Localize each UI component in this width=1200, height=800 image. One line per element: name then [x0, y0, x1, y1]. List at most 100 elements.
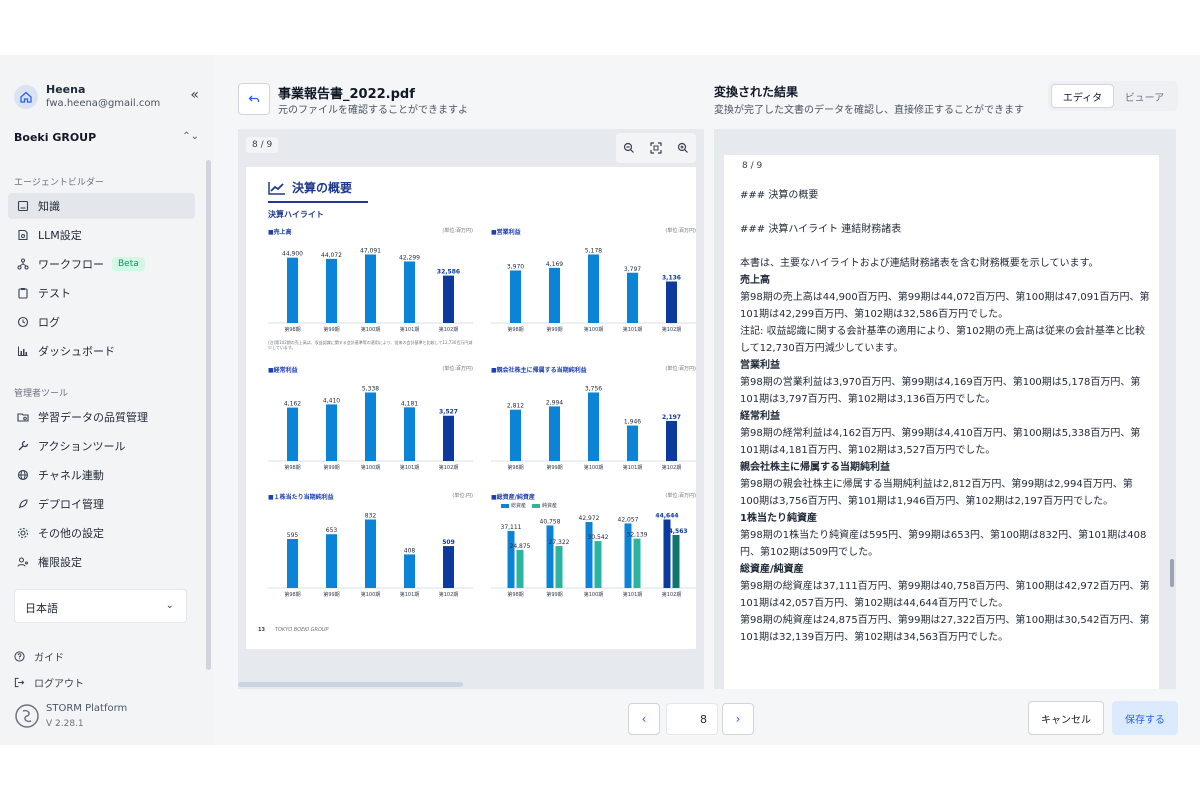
chart-data-label: 4,181	[401, 400, 418, 407]
fit-screen-icon[interactable]	[650, 139, 662, 158]
sidebar-item-label: アクションツール	[38, 440, 126, 453]
chart-bar	[443, 415, 454, 461]
language-select[interactable]: 日本語 ⌄	[14, 589, 187, 623]
chart-bar	[404, 554, 415, 588]
history-icon	[16, 315, 30, 329]
chart-data-label: 509	[442, 539, 455, 546]
language-value: 日本語	[25, 602, 58, 615]
sidebar-item-label: ダッシュボード	[38, 345, 115, 358]
cancel-button[interactable]: キャンセル	[1028, 701, 1104, 735]
chart-tick-label: 第100期	[361, 326, 381, 333]
chart-bar	[365, 519, 376, 588]
chart-bar	[546, 525, 554, 588]
logout-label: ログアウト	[34, 679, 84, 690]
chart-tick-label: 第101期	[623, 591, 643, 598]
chart-tick-label: 第99期	[546, 591, 562, 598]
chart-ordinary-income: ■経常利益 (単位:百万円) 4,162 第98期 4,410 第99期 5,338 第1…	[268, 365, 473, 485]
chart-tick-label: 第99期	[323, 591, 339, 598]
sidebar-item-log[interactable]: ログ	[8, 309, 195, 335]
chart-bar	[404, 261, 415, 323]
chart-unit: (単位:百万円)	[442, 366, 473, 372]
chart-tick-label: 第102期	[439, 591, 459, 598]
editor-text[interactable]: ### 決算の概要 ### 決算ハイライト 連結財務諸表 本書は、主要なハイライトお…	[740, 187, 1150, 646]
chart-tick-label: 第102期	[662, 464, 682, 471]
page-number-input[interactable]: 8	[666, 703, 718, 735]
zoom-out-icon[interactable]	[623, 139, 635, 158]
chart-bar	[588, 254, 599, 323]
chart-bar	[443, 275, 454, 323]
sidebar-item-dashboard[interactable]: ダッシュボード	[8, 338, 195, 364]
chart-bar	[287, 257, 298, 323]
editor-page[interactable]: 8 / 9 ### 決算の概要 ### 決算ハイライト 連結財務諸表 本書は、主要な…	[724, 155, 1159, 689]
chart-bar	[404, 407, 415, 461]
sidebar-item-workflow[interactable]: ワークフロー Beta	[8, 251, 195, 277]
chart-net-income: ■親会社株主に帰属する当期純利益 (単位:百万円) 2,812 第98期 2,994…	[491, 365, 696, 485]
chart-plot: 44,900 第98期 44,072 第99期 47,091 第100期 42,299 第10…	[268, 247, 473, 333]
sidebar: Heena fwa.heena@gmail.com « Boeki GROUP …	[0, 55, 213, 745]
sidebar-item-test[interactable]: テスト	[8, 280, 195, 306]
sidebar-item-label: 権限設定	[38, 556, 82, 569]
chart-bar	[633, 538, 641, 588]
toggle-editor[interactable]: エディタ	[1051, 84, 1114, 108]
chart-data-label: 3,797	[624, 266, 641, 273]
pdf-page-indicator: 8 / 9	[246, 137, 279, 153]
chart-unit: (単位:百万円)	[442, 228, 473, 234]
sidebar-scrollbar[interactable]	[206, 160, 211, 670]
chevron-down-icon: ⌄	[165, 600, 174, 611]
chart-bar	[594, 541, 602, 588]
pdf-horizontal-scrollbar[interactable]	[238, 682, 463, 687]
sidebar-item-deploy[interactable]: デプロイ管理	[8, 491, 195, 517]
save-button[interactable]: 保存する	[1112, 701, 1178, 735]
sidebar-item-channel[interactable]: チャネル連動	[8, 462, 195, 488]
chevron-left-icon: ‹	[641, 712, 647, 726]
prev-page-button[interactable]: ‹	[628, 703, 660, 735]
chart-bar	[627, 272, 638, 323]
chart-data-label: 2,994	[546, 399, 563, 406]
sidebar-item-label: テスト	[38, 287, 71, 300]
chart-data-label: 42,972	[579, 515, 600, 522]
chart-data-label: 3,756	[585, 385, 602, 392]
sidebar-item-knowledge[interactable]: 知識	[8, 193, 195, 219]
guide-link[interactable]: ガイド	[14, 649, 64, 664]
chart-data-label: 24,875	[510, 543, 531, 550]
sidebar-item-llm[interactable]: LLM設定	[8, 222, 195, 248]
pdf-page: 決算の概要 決算ハイライト ■売上高 (単位:百万円) 44,900 第98期 44…	[246, 167, 696, 649]
sidebar-item-label: 学習データの品質管理	[38, 411, 148, 424]
platform-version: V 2.28.1	[46, 719, 84, 729]
next-page-button[interactable]: ›	[722, 703, 754, 735]
editor-scrollbar[interactable]	[1170, 559, 1174, 587]
chevron-updown-icon: ⌃⌄	[182, 131, 199, 142]
user-key-icon	[16, 555, 30, 569]
chart-tick-label: 第98期	[284, 464, 300, 471]
zoom-in-icon[interactable]	[677, 139, 689, 158]
trend-chart-icon	[268, 181, 285, 195]
logout-link[interactable]: ログアウト	[14, 675, 84, 690]
chart-tick-label: 第100期	[361, 591, 381, 598]
user-profile[interactable]: Heena fwa.heena@gmail.com «	[14, 83, 199, 113]
workflow-icon	[16, 257, 30, 271]
back-button[interactable]	[238, 83, 270, 115]
editor-line: 第98期の親会社株主に帰属する当期純利益は2,812百万円、第99期は2,994…	[740, 479, 1133, 507]
chart-unit: (単位:百万円)	[665, 493, 696, 499]
chart-data-label: 2,812	[507, 403, 524, 410]
sidebar-item-permissions[interactable]: 権限設定	[8, 549, 195, 575]
chart-data-label: 32,586	[437, 269, 460, 276]
org-switcher[interactable]: Boeki GROUP ⌃⌄	[14, 131, 199, 151]
chart-plot: 3,970 第98期 4,169 第99期 5,178 第100期 3,797 第101期 3,…	[491, 247, 696, 333]
chart-tick-label: 第101期	[400, 326, 420, 333]
sidebar-item-data-quality[interactable]: 学習データの品質管理	[8, 404, 195, 430]
sidebar-item-label: その他の設定	[38, 527, 104, 540]
sidebar-item-action-tools[interactable]: アクションツール	[8, 433, 195, 459]
sidebar-item-other-settings[interactable]: その他の設定	[8, 520, 195, 546]
pdf-footer: 13 TOKYO BOEKI GROUP	[258, 627, 329, 633]
collapse-sidebar-icon[interactable]: «	[190, 87, 199, 103]
chart-tick-label: 第98期	[284, 591, 300, 598]
chart-tick-label: 第99期	[323, 326, 339, 333]
pdf-viewer: 8 / 9 決算の概要 決算ハイライト ■売上高 (単位:百万円) 44,900…	[238, 129, 704, 689]
document-title: 事業報告書_2022.pdf	[278, 87, 415, 102]
chart-tick-label: 第99期	[546, 464, 562, 471]
chart-tick-label: 第101期	[623, 326, 643, 333]
toggle-viewer[interactable]: ビューア	[1114, 84, 1175, 108]
chart-assets: ■総資産/純資産 (単位:百万円) 総資産 純資産 37,111 24,875 第9…	[491, 492, 696, 612]
